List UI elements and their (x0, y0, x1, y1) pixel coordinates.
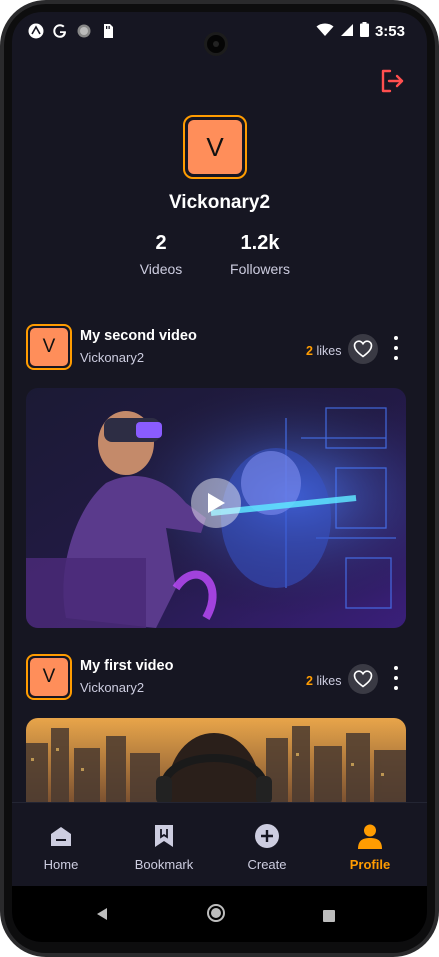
tab-bookmark[interactable]: Bookmark (119, 823, 209, 872)
likes-label: likes (316, 344, 342, 358)
profile-avatar: V (183, 115, 247, 179)
expo-icon (28, 23, 44, 39)
wifi-icon (316, 23, 334, 41)
nav-back-button[interactable] (96, 906, 108, 925)
video-card: V My first video Vickonary2 2 likes (26, 654, 406, 804)
likes-count: 2 likes (306, 344, 341, 358)
avatar-letter: V (30, 328, 68, 366)
more-options-button[interactable] (388, 666, 404, 690)
home-circle-icon (207, 904, 225, 922)
logout-button[interactable] (379, 68, 405, 94)
tab-create-label: Create (247, 857, 287, 872)
plus-circle-icon (255, 824, 279, 848)
tab-home[interactable]: Home (16, 823, 106, 872)
likes-number: 2 (306, 344, 313, 358)
video-title: My first video (80, 658, 174, 674)
profile-username: Vickonary2 (168, 192, 271, 213)
dot (394, 336, 398, 340)
video-title: My second video (80, 328, 197, 344)
stat-followers: 1.2k Followers (218, 232, 302, 277)
stat-videos: 2 Videos (124, 232, 198, 277)
tab-home-label: Home (43, 857, 79, 872)
dot (394, 666, 398, 670)
video-author: Vickonary2 (80, 680, 145, 695)
like-button[interactable] (348, 664, 378, 694)
play-button[interactable] (191, 478, 241, 528)
tab-create[interactable]: Create (222, 823, 312, 872)
record-dot-icon (76, 23, 92, 39)
tab-bookmark-label: Bookmark (134, 857, 194, 872)
person-icon (358, 824, 382, 849)
nav-recents-button[interactable] (323, 907, 335, 926)
dot (394, 676, 398, 680)
logout-icon (381, 69, 404, 93)
video-thumbnail[interactable] (26, 718, 406, 804)
video-thumbnail[interactable] (26, 388, 406, 628)
stat-followers-label: Followers (230, 261, 290, 277)
avatar-letter: V (30, 658, 68, 696)
status-time: 3:53 (374, 23, 405, 40)
play-icon (208, 493, 225, 513)
likes-number: 2 (306, 674, 313, 688)
stat-videos-value: 2 (155, 232, 167, 254)
signal-icon (340, 23, 354, 41)
bookmark-icon (155, 825, 173, 847)
front-camera (204, 32, 228, 56)
likes-label: likes (316, 674, 342, 688)
heart-icon (353, 340, 373, 358)
post-avatar: V (26, 324, 72, 370)
stat-followers-value: 1.2k (240, 232, 280, 254)
video-author: Vickonary2 (80, 350, 145, 365)
dot (394, 346, 398, 350)
app-screen: 3:53 V Vickonary2 2 Videos 1.2k Follower… (12, 12, 427, 942)
sim-icon (100, 23, 116, 39)
tab-profile[interactable]: Profile (325, 823, 415, 872)
dot (394, 686, 398, 690)
likes-count: 2 likes (306, 674, 341, 688)
like-button[interactable] (348, 334, 378, 364)
bottom-tab-bar: Home Bookmark Create Profile (12, 802, 427, 886)
more-options-button[interactable] (388, 336, 404, 360)
thumbnail-city-headphones (26, 718, 406, 804)
stat-videos-label: Videos (139, 261, 183, 277)
video-card: V My second video Vickonary2 2 likes (26, 324, 406, 634)
recents-icon (323, 910, 335, 922)
post-avatar: V (26, 654, 72, 700)
google-icon (52, 23, 68, 39)
battery-icon (359, 22, 369, 41)
home-icon (51, 827, 71, 846)
heart-icon (353, 670, 373, 688)
nav-home-button[interactable] (206, 903, 226, 927)
back-icon (97, 908, 107, 920)
avatar-letter: V (188, 120, 242, 174)
tab-profile-label: Profile (349, 857, 391, 872)
dot (394, 356, 398, 360)
system-nav-bar (12, 886, 427, 942)
